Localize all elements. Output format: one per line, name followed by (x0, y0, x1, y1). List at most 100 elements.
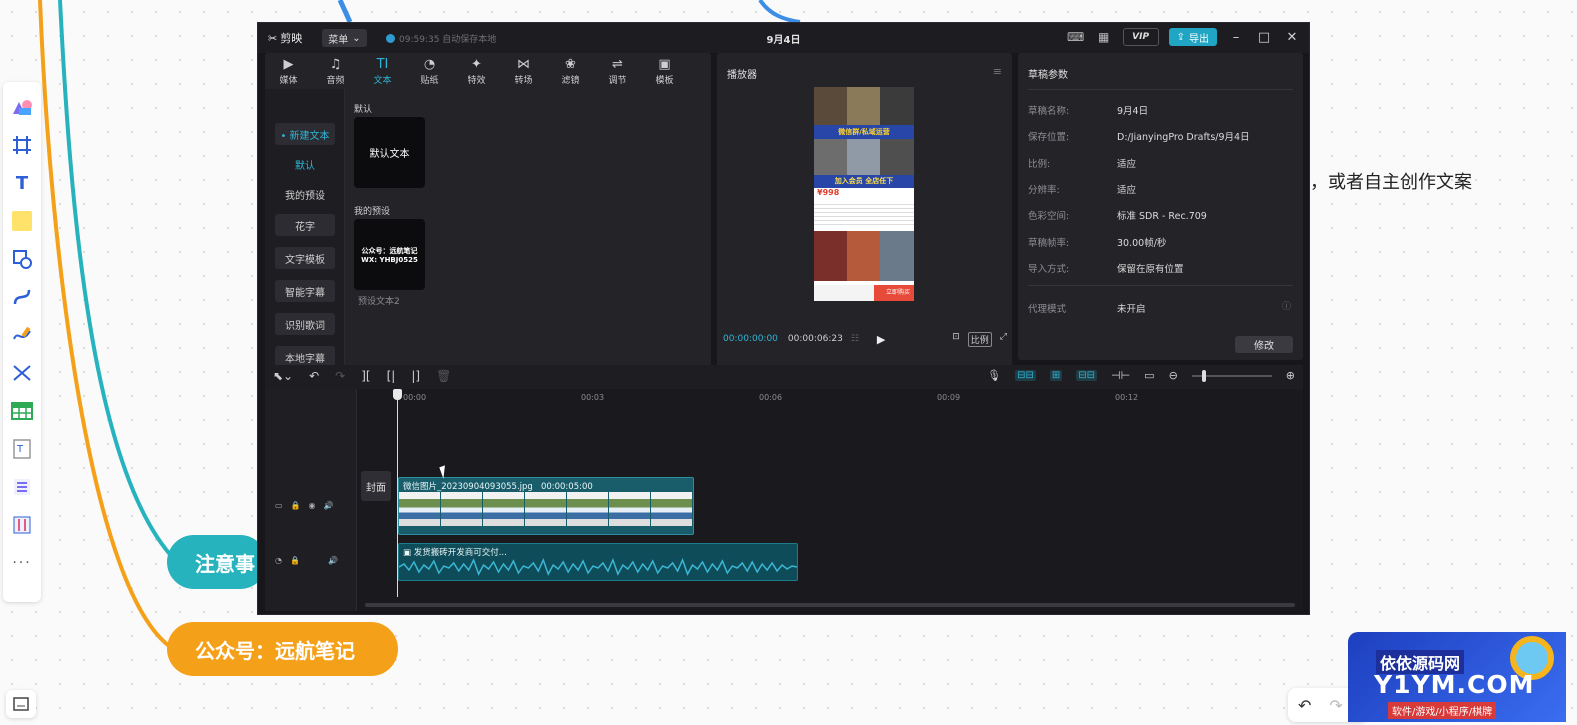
preview-axis-icon[interactable]: ▭ (1144, 369, 1154, 382)
snap-icon[interactable]: ⊟⊟ (1076, 370, 1097, 381)
text-icon: TI (376, 57, 389, 72)
default-text-thumbnail[interactable]: 默认文本 (354, 117, 425, 188)
preset-text-thumbnail[interactable]: 公众号：远航笔记 WX: YHBJ0525 (354, 219, 425, 290)
kanban-icon[interactable] (8, 511, 36, 539)
tab-filter[interactable]: ❀ 滤镜 (547, 53, 594, 87)
volume-icon[interactable]: 🔊 (328, 556, 338, 565)
lock-icon[interactable]: 🔒 (290, 556, 300, 565)
trim-right-icon[interactable]: |] (411, 369, 420, 383)
microphone-icon[interactable]: 🎙 (987, 369, 1001, 382)
zoom-knob[interactable] (1201, 369, 1206, 382)
zoom-in-icon[interactable]: ⊕ (1286, 369, 1295, 382)
close-icon[interactable]: ✕ (1283, 30, 1301, 45)
export-label: 导出 (1189, 33, 1209, 45)
layout-icon[interactable]: ▦ (1095, 30, 1113, 44)
video-preview[interactable]: 微信群/私域运营 加入会员 全店任下 ¥998 立即购买 (814, 87, 914, 301)
sticky-note-icon[interactable] (8, 207, 36, 235)
tab-sticker[interactable]: ◔ 贴纸 (406, 53, 453, 87)
tab-adjust[interactable]: ⇌ 调节 (594, 53, 641, 87)
focus-icon[interactable]: ⊡ (952, 332, 960, 347)
undo-icon[interactable]: ↶ (309, 369, 319, 383)
redo-icon[interactable]: ↷ (1329, 696, 1342, 715)
more-icon[interactable]: ··· (8, 549, 36, 577)
pen-icon[interactable] (8, 321, 36, 349)
mindmap-node-notes[interactable]: 注意事 (167, 535, 267, 589)
tab-media[interactable]: ▶ 媒体 (265, 53, 312, 87)
sidebar-item-smart-subtitle[interactable]: 智能字幕 (275, 280, 335, 302)
table-icon[interactable] (8, 397, 36, 425)
shapes-icon[interactable] (8, 93, 36, 121)
list-icon[interactable] (8, 473, 36, 501)
sidebar-item-lyrics[interactable]: 识别歌词 (275, 313, 335, 335)
text-icon[interactable]: T (8, 169, 36, 197)
sidebar-item-text-template[interactable]: 文字模板 (275, 247, 335, 269)
sidebar-item-default[interactable]: 默认 (275, 153, 335, 175)
audio-clip[interactable]: ▣ 发货搬砖开发商可交付... (398, 543, 798, 581)
vip-badge[interactable]: VIP (1122, 28, 1159, 46)
watermark-subtitle: 软件/游戏/小程序/棋牌 (1388, 702, 1497, 719)
app-logo: ✂ 剪映 (268, 30, 302, 46)
cover-button[interactable]: 封面 (361, 471, 391, 501)
audio-icon: ♫ (329, 57, 342, 72)
video-clip[interactable]: 微信图片_20230904093055.jpg 00:00:05:00 (398, 477, 694, 535)
video-track-controls: ▭ 🔒 ◉ 🔊 (275, 501, 333, 510)
mindmap-node-wechat[interactable]: 公众号：远航笔记 (167, 622, 398, 676)
ratio-button[interactable]: 比例 (967, 331, 992, 347)
zoom-out-icon[interactable]: ⊖ (1169, 369, 1178, 382)
volume-icon[interactable]: 🔊 (324, 501, 334, 510)
play-icon[interactable]: ▶ (877, 333, 885, 346)
frame-icon[interactable] (8, 131, 36, 159)
tab-text[interactable]: TI 文本 (359, 53, 406, 87)
node-label: 注意事 (195, 551, 255, 576)
split-view-icon[interactable]: ⊣⊢ (1111, 369, 1130, 382)
menu-button[interactable]: 菜单 ⌄ (322, 29, 367, 47)
track-headers: ▭ 🔒 ◉ 🔊 ◔ 🔒 🔊 (265, 389, 357, 611)
sidebar-item-my-presets[interactable]: 我的预设 (275, 183, 335, 205)
connector-icon[interactable] (8, 283, 36, 311)
playhead-handle[interactable] (393, 389, 402, 400)
tab-label: 特效 (467, 76, 486, 86)
timeline-scrollbar[interactable] (365, 603, 1295, 607)
tab-audio[interactable]: ♫ 音频 (312, 53, 359, 87)
help-icon[interactable]: ⓘ (1282, 299, 1291, 312)
hamburger-icon[interactable]: ≡ (993, 65, 1002, 78)
split-icon[interactable]: ][ (361, 369, 370, 383)
select-tool-icon[interactable]: ⬉⌄ (273, 369, 293, 383)
watermark-brand: Y1YM.COM (1374, 670, 1535, 699)
trim-left-icon[interactable]: [| (387, 369, 396, 383)
audio-clip-label: ▣ 发货搬砖开发商可交付... (403, 546, 507, 558)
sidebar-item-new-text[interactable]: • 新建文本 (275, 123, 335, 145)
transition-icon: ⋈ (517, 57, 530, 72)
grid-icon[interactable]: ☷ (851, 334, 859, 344)
sidebar-item-huazi[interactable]: 花字 (275, 214, 335, 236)
modify-button[interactable]: 修改 (1235, 336, 1293, 353)
minimize-icon[interactable]: – (1227, 30, 1245, 45)
minimap-icon[interactable] (6, 690, 36, 718)
maximize-icon[interactable]: □ (1255, 30, 1273, 45)
time-ruler[interactable]: 00:00 00:03 00:06 00:09 00:12 (357, 389, 1303, 409)
lock-icon[interactable]: 🔒 (291, 501, 301, 510)
tab-effects[interactable]: ✦ 特效 (453, 53, 500, 87)
doc-icon[interactable]: T (8, 435, 36, 463)
eye-icon[interactable]: ◉ (309, 501, 316, 510)
link-icon[interactable]: ⊟⊟ (1015, 370, 1036, 381)
zoom-slider[interactable] (1191, 369, 1272, 382)
node-label: 公众号：远航笔记 (195, 638, 355, 663)
fullscreen-icon[interactable]: ⤢ (1000, 332, 1007, 347)
param-key: 导入方式: (1028, 264, 1070, 275)
tab-template[interactable]: ▣ 模板 (641, 53, 688, 87)
delete-icon[interactable]: 🗑 (436, 369, 451, 383)
player-controls: 00:00:00:00 00:00:06:23 ☷ ▶ ⊡ 比例 ⤢ (723, 329, 1007, 349)
playhead-line[interactable] (397, 391, 398, 597)
keyboard-icon[interactable]: ⌨ (1067, 30, 1085, 44)
redo-icon[interactable]: ↷ (335, 369, 345, 383)
tab-transition[interactable]: ⋈ 转场 (500, 53, 547, 87)
audio-track-icon: ◔ (275, 556, 282, 565)
autosave-status: 09:59:35 自动保存本地 (386, 32, 496, 45)
export-button[interactable]: ⇪ 导出 (1168, 28, 1217, 46)
mindmap-icon[interactable] (8, 359, 36, 387)
param-key: 草稿名称: (1028, 106, 1070, 117)
magnet-icon[interactable]: ⊞ (1049, 370, 1063, 381)
shape-icon[interactable] (8, 245, 36, 273)
undo-icon[interactable]: ↶ (1298, 696, 1311, 715)
